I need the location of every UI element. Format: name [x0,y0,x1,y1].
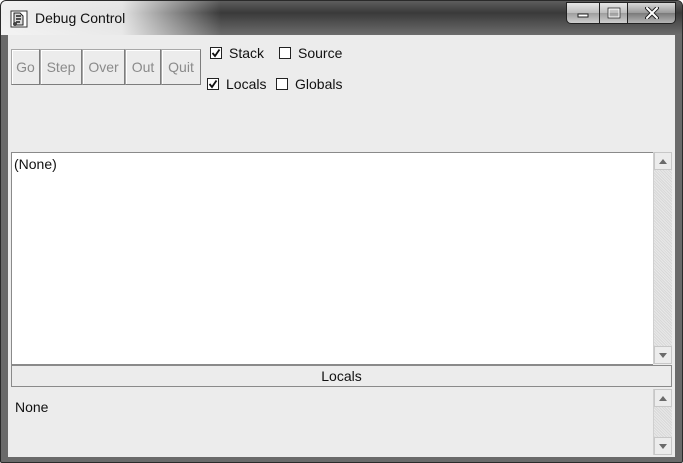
source-checkbox[interactable] [279,47,291,59]
arrow-down-icon [659,443,667,449]
stack-scrollbar[interactable] [653,152,672,364]
globals-checkbox[interactable] [276,78,288,90]
step-button[interactable]: Step [40,49,82,85]
python-feather-icon[interactable] [10,10,28,28]
locals-option[interactable]: Locals [207,76,266,92]
debug-control-window: Debug Control Go Step Over Out Quit Stac… [0,0,683,463]
locals-listbox[interactable]: None [11,389,652,455]
locals-entry: None [15,399,49,415]
globals-label: Globals [295,76,343,92]
close-icon [644,7,659,19]
source-option[interactable]: Source [279,45,342,61]
arrow-up-icon [659,158,667,164]
over-button[interactable]: Over [82,49,125,85]
client-area: Go Step Over Out Quit Stack Source Local… [8,35,675,457]
checkmark-icon [211,48,221,58]
locals-label: Locals [226,76,267,92]
scroll-down-button[interactable] [654,346,672,364]
arrow-up-icon [659,395,667,401]
window-title: Debug Control [35,10,126,26]
locals-scrollbar[interactable] [653,389,672,455]
checkmark-icon [208,79,218,89]
globals-option[interactable]: Globals [276,76,342,92]
out-button[interactable]: Out [125,49,161,85]
scroll-up-button[interactable] [654,389,672,407]
quit-button[interactable]: Quit [161,49,201,85]
caption-buttons [566,2,676,24]
locals-checkbox[interactable] [207,78,219,90]
go-button[interactable]: Go [11,49,40,85]
stack-label: Stack [229,45,265,61]
stack-checkbox[interactable] [210,47,222,59]
stack-entry: (None) [14,156,57,172]
maximize-icon [607,7,620,19]
minimize-button[interactable] [566,2,600,24]
arrow-down-icon [659,352,667,358]
stack-listbox[interactable]: (None) [11,152,653,365]
source-label: Source [298,45,343,61]
scroll-down-button[interactable] [654,437,672,455]
locals-section-header: Locals [11,365,672,387]
title-bar[interactable]: Debug Control [1,1,682,35]
scroll-up-button[interactable] [654,152,672,170]
close-button[interactable] [628,2,676,24]
stack-option[interactable]: Stack [210,45,264,61]
maximize-button[interactable] [600,2,628,24]
minimize-icon [577,13,589,18]
